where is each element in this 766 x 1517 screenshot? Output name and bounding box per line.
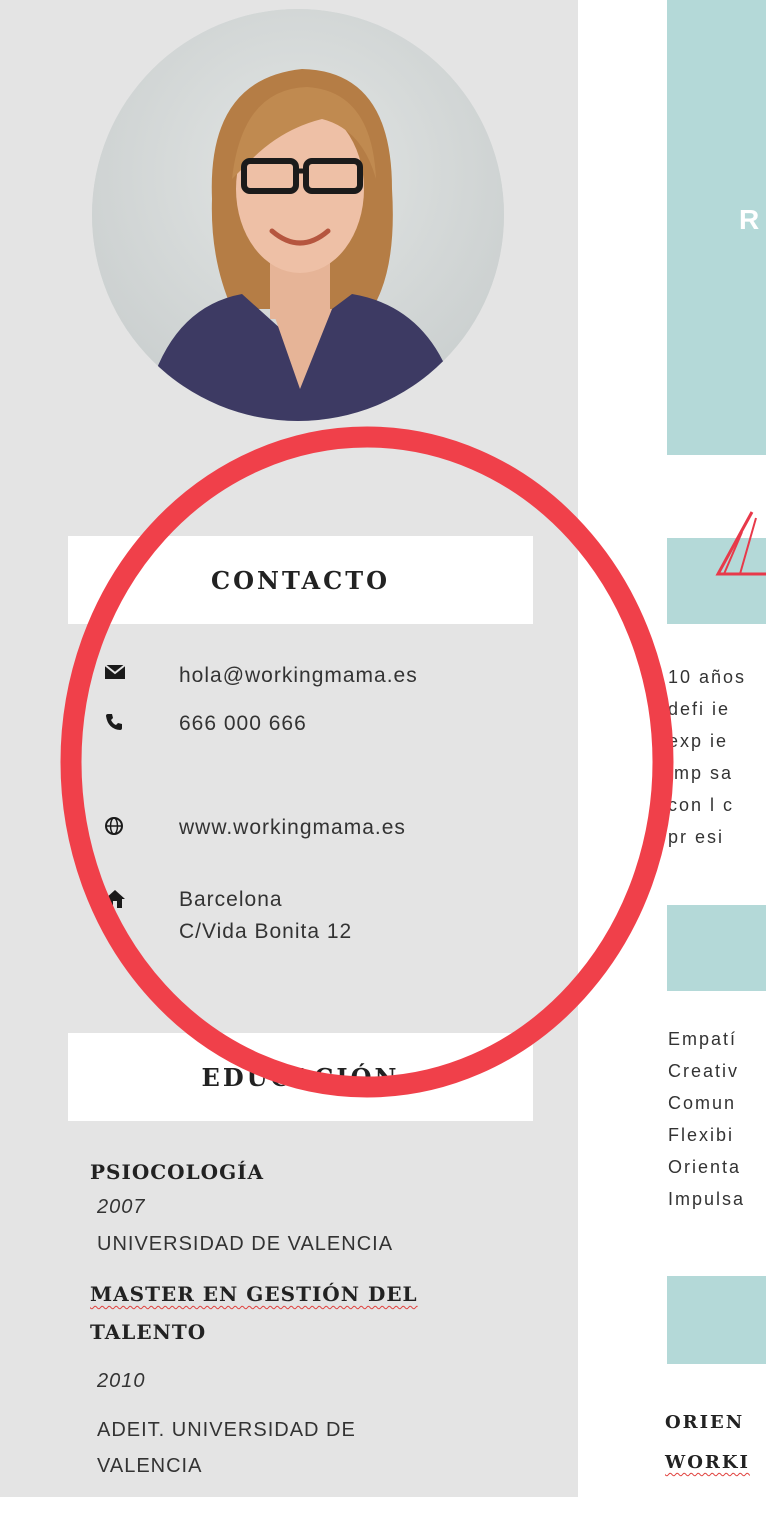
experience-section-banner [667, 1276, 766, 1364]
skill-3: Comun [668, 1093, 737, 1113]
summary-line-6: pr esi [668, 827, 725, 847]
portrait-illustration [92, 9, 504, 421]
contact-phone[interactable]: 666 000 666 [179, 708, 307, 740]
address-line-2: C/Vida Bonita 12 [179, 920, 353, 943]
education-title-2b: TALENTO [90, 1320, 207, 1344]
summary-line-1: 10 años [668, 667, 747, 687]
summary-line-2: defi ie [668, 699, 731, 719]
education-title-2a: MASTER EN GESTIÓN DEL [90, 1276, 418, 1312]
summary-line-5: con l c [668, 795, 735, 815]
header-banner: R [667, 0, 766, 455]
lamp-icon [715, 511, 766, 576]
contact-heading: CONTACTO [211, 565, 390, 595]
envelope-icon [104, 660, 179, 692]
home-icon [104, 884, 179, 948]
skill-4: Flexibi [668, 1125, 735, 1145]
contact-email-row: hola@workingmama.es [104, 660, 418, 692]
education-school-2a: ADEIT. UNIVERSIDAD DE [97, 1419, 356, 1441]
education-heading-banner: EDUCACIÓN [68, 1033, 533, 1121]
education-title-2a-text: MASTER EN GESTIÓN DEL [90, 1282, 418, 1306]
education-year-2: 2010 [97, 1370, 146, 1392]
skills-section-banner [667, 905, 766, 991]
header-letter: R [739, 204, 760, 235]
summary-line-4: imp sa [668, 763, 734, 783]
globe-icon [104, 812, 179, 844]
skill-5: Orienta [668, 1157, 742, 1177]
profile-photo [92, 9, 504, 421]
skill-6: Impulsa [668, 1189, 746, 1209]
summary-line-3: exp ie [668, 731, 729, 751]
contact-web-row: www.workingmama.es [104, 812, 406, 844]
phone-icon [104, 708, 179, 740]
contact-phone-row: 666 000 666 [104, 708, 307, 740]
experience-line-2: WORKI [665, 1452, 750, 1473]
education-year-1: 2007 [97, 1196, 146, 1218]
skill-1: Empatí [668, 1029, 738, 1049]
skill-2: Creativ [668, 1061, 740, 1081]
education-title-1: PSIOCOLOGÍA [90, 1160, 265, 1184]
contact-address-row: Barcelona C/Vida Bonita 12 [104, 884, 352, 948]
address-line-1: Barcelona [179, 888, 283, 911]
contact-email[interactable]: hola@workingmama.es [179, 660, 418, 692]
experience-line-2-text: WORKI [665, 1452, 750, 1473]
education-school-2b: VALENCIA [97, 1455, 203, 1477]
experience-line-1: ORIEN [665, 1412, 745, 1433]
education-school-1: UNIVERSIDAD DE VALENCIA [97, 1233, 394, 1255]
contact-web[interactable]: www.workingmama.es [179, 812, 406, 844]
education-heading: EDUCACIÓN [201, 1062, 400, 1092]
contact-heading-banner: CONTACTO [68, 536, 533, 624]
